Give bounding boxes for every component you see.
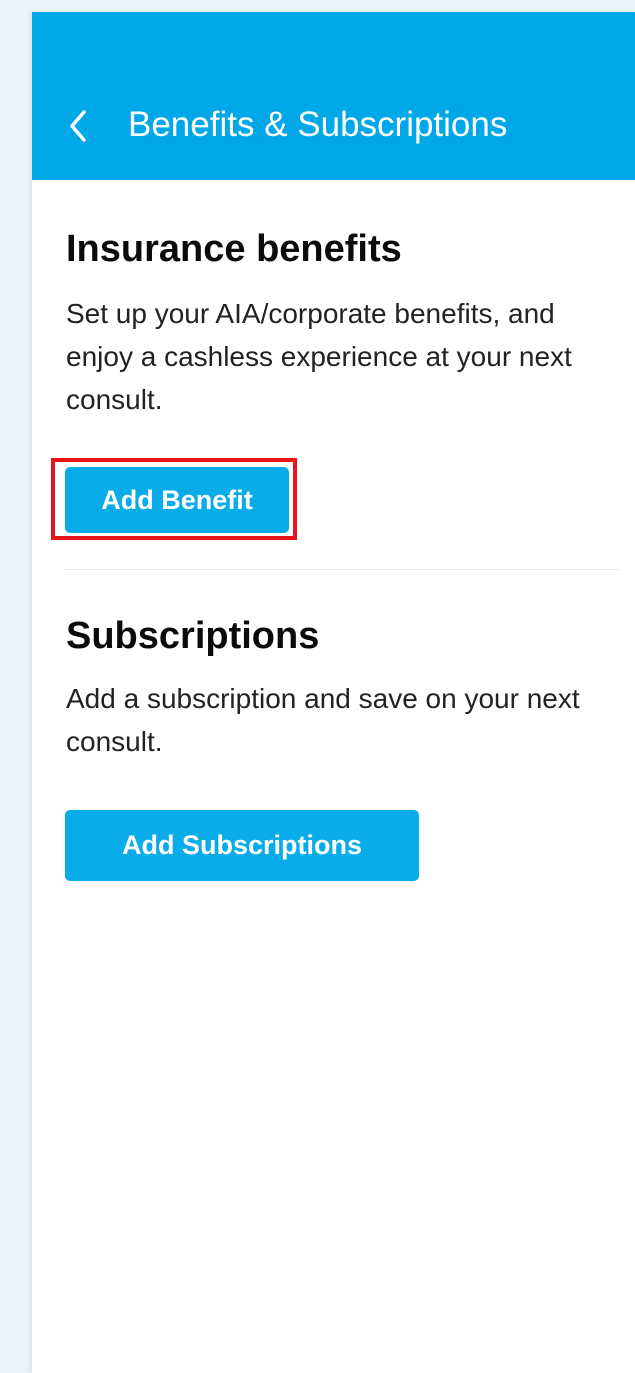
- section-divider: [66, 569, 621, 570]
- subscriptions-description: Add a subscription and save on your next…: [66, 683, 580, 757]
- insurance-benefits-title: Insurance benefits: [66, 228, 402, 270]
- app-bar: Benefits & Subscriptions: [32, 12, 635, 180]
- add-benefit-button[interactable]: Add Benefit: [65, 467, 289, 533]
- page-title: Benefits & Subscriptions: [128, 105, 508, 144]
- add-subscriptions-button[interactable]: Add Subscriptions: [65, 810, 419, 881]
- insurance-benefits-description: Set up your AIA/corporate benefits, and …: [66, 298, 572, 415]
- chevron-left-icon[interactable]: [64, 108, 94, 144]
- phone-screen: Benefits & Subscriptions Insurance benef…: [32, 12, 635, 1373]
- subscriptions-title: Subscriptions: [66, 615, 320, 657]
